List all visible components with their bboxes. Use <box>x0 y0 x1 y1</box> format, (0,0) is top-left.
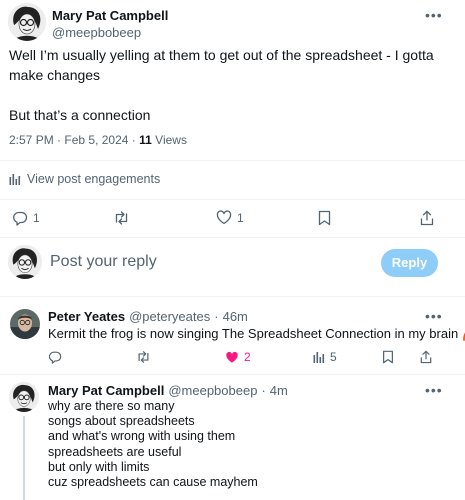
post-body-line: make changes <box>9 67 101 83</box>
reply-text-line: cuz spreadsheets can cause mayhem <box>48 475 258 490</box>
engagements-label: View post engagements <box>27 172 161 186</box>
reply-avatar[interactable] <box>10 309 40 339</box>
heart-icon <box>216 210 232 225</box>
like-action[interactable]: 1 <box>216 210 244 225</box>
divider <box>0 296 465 297</box>
reply-icon <box>13 211 28 226</box>
analytics-icon <box>9 174 21 185</box>
reply-count: 1 <box>33 211 40 225</box>
bookmark-action[interactable] <box>382 350 394 364</box>
divider <box>0 374 465 375</box>
reply-author-handle[interactable]: @meepbobeep <box>168 383 257 398</box>
views-action[interactable]: 5 <box>313 350 337 364</box>
divider <box>0 160 465 161</box>
author-avatar[interactable] <box>8 3 46 41</box>
reply-age[interactable]: 46m <box>223 309 248 324</box>
heart-filled-icon <box>226 351 238 363</box>
reply-action[interactable] <box>48 350 62 364</box>
reply-header: Mary Pat Campbell @meepbobeep · 4m <box>48 383 288 398</box>
reply-author-name[interactable]: Peter Yeates <box>48 309 125 324</box>
like-count: 2 <box>244 350 251 364</box>
share-icon <box>420 350 432 364</box>
avatar-portrait <box>8 245 42 279</box>
avatar-photo <box>10 309 40 339</box>
reply-header: Peter Yeates @peteryeates · 46m <box>48 309 248 324</box>
reply-age[interactable]: 4m <box>270 383 288 398</box>
more-options-icon[interactable]: ••• <box>425 309 443 323</box>
share-action[interactable] <box>420 210 434 226</box>
author-handle[interactable]: @meepbobeep <box>52 25 141 40</box>
reply-button[interactable]: Reply <box>381 249 438 277</box>
repost-icon <box>138 351 149 363</box>
reply-text-line: and what's wrong with using them <box>48 429 236 444</box>
reply-composer-input[interactable]: Post your reply <box>50 253 157 271</box>
divider <box>0 237 465 238</box>
composer-avatar[interactable] <box>8 245 42 279</box>
author-name[interactable]: Mary Pat Campbell <box>52 8 168 23</box>
reply-text-content: Kermit the frog is now singing The Sprea… <box>48 326 459 341</box>
post-date[interactable]: Feb 5, 2024 <box>64 133 128 147</box>
avatar-portrait <box>8 3 46 41</box>
like-count: 1 <box>237 210 244 225</box>
reply-icon <box>48 351 62 364</box>
reply-action[interactable]: 1 <box>12 210 40 226</box>
post-meta: 2:57 PM · Feb 5, 2024 · 11 Views <box>9 133 187 147</box>
bookmark-icon <box>383 350 393 364</box>
reply-author-name[interactable]: Mary Pat Campbell <box>48 383 164 398</box>
repost-action[interactable] <box>113 210 130 226</box>
avatar-portrait <box>9 382 39 412</box>
reply-text: Kermit the frog is now singing The Sprea… <box>48 324 465 344</box>
share-icon <box>420 210 434 226</box>
views-count: 11 <box>139 133 152 147</box>
thread-connector-line <box>23 416 25 500</box>
divider <box>0 199 465 200</box>
post-body-line: Well I’m usually yelling at them to get … <box>9 47 434 63</box>
views-label: Views <box>155 133 187 147</box>
reply-text-line: songs about spreadsheets <box>48 414 195 429</box>
reply-avatar[interactable] <box>9 382 39 412</box>
post-body-line: But that’s a connection <box>9 107 151 123</box>
more-options-icon[interactable]: ••• <box>425 8 443 22</box>
bookmark-icon <box>318 210 331 226</box>
share-action[interactable] <box>420 350 432 364</box>
views-count: 5 <box>330 350 337 364</box>
more-options-icon[interactable]: ••• <box>425 383 443 397</box>
reply-text-line: but only with limits <box>48 459 150 474</box>
view-engagements-link[interactable]: View post engagements <box>9 172 160 186</box>
reply-text: why are there so many songs about spread… <box>48 399 258 490</box>
reply-author-handle[interactable]: @peteryeates <box>129 309 210 324</box>
repost-icon <box>115 211 128 225</box>
post-body: Well I’m usually yelling at them to get … <box>9 45 449 125</box>
reply-text-line: spreadsheets are useful <box>48 444 182 459</box>
repost-action[interactable] <box>136 350 151 364</box>
post-time[interactable]: 2:57 PM <box>9 133 54 147</box>
analytics-icon <box>313 352 325 363</box>
bookmark-action[interactable] <box>318 210 331 226</box>
reply-text-line: why are there so many <box>48 399 175 413</box>
like-action-liked[interactable]: 2 <box>225 350 251 364</box>
